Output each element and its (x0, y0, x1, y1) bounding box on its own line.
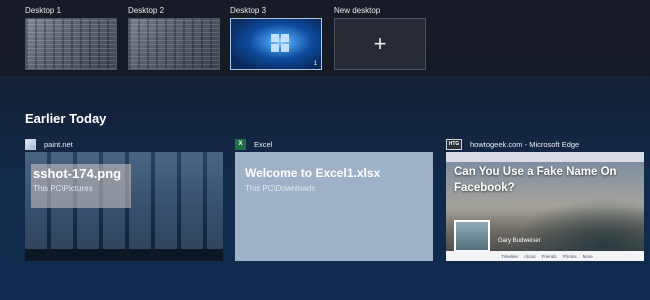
edge-browser-chrome (446, 152, 644, 162)
excel-file-path: This PC\Downloads (245, 184, 316, 193)
edge-profile-avatar (454, 220, 490, 252)
edge-tab-more: More (582, 254, 593, 259)
edge-profile-name: Gary Budweiser (498, 238, 541, 244)
new-desktop-button[interactable]: + (334, 18, 426, 70)
htg-site-icon: HTG (446, 138, 462, 150)
edge-tab-photos: Photos (562, 254, 577, 259)
paintnet-app-icon (25, 138, 36, 150)
desktop-3-badge: 1 (313, 61, 317, 67)
desktop-2-thumbnail[interactable] (128, 18, 220, 70)
paintnet-window-card[interactable]: sshot-174.png This PC\Pictures (25, 152, 223, 261)
virtual-desktops-bar: Desktop 1 Desktop 2 Desktop 3 1 New desk… (0, 0, 650, 76)
excel-header: X Excel (235, 137, 272, 151)
excel-window-card[interactable]: Welcome to Excel1.xlsx This PC\Downloads (235, 152, 433, 261)
desktop-1-thumbnail[interactable] (25, 18, 117, 70)
edge-page-title: Can You Use a Fake Name On Facebook? (454, 166, 617, 194)
edge-app-title: howtogeek.com - Microsoft Edge (470, 139, 580, 149)
desktop-2-label: Desktop 2 (128, 6, 165, 15)
windows-logo-icon (271, 34, 289, 52)
edge-tab-timeline: Timeline (501, 254, 518, 259)
desktop-3-thumbnail[interactable]: 1 (230, 18, 322, 70)
plus-icon: + (373, 31, 387, 56)
new-desktop-label: New desktop (334, 6, 381, 15)
excel-app-icon: X (235, 138, 246, 150)
excel-file-title: Welcome to Excel1.xlsx (245, 166, 381, 180)
edge-tab-friends: Friends (541, 254, 557, 259)
desktop-2-preview (129, 19, 219, 69)
edge-tab-about: About (523, 254, 536, 259)
paintnet-app-title: paint.net (44, 139, 73, 149)
paintnet-file-path: This PC\Pictures (33, 184, 93, 193)
paintnet-preview-taskbar (25, 249, 223, 261)
paintnet-file-title: sshot-174.png (33, 166, 122, 181)
desktop-3-label: Desktop 3 (230, 6, 267, 15)
edge-profile-tabs: Timeline About Friends Photos More (446, 251, 644, 261)
desktop-1-label: Desktop 1 (25, 6, 62, 15)
desktop-1-preview (26, 19, 116, 69)
edge-header: HTG howtogeek.com - Microsoft Edge (446, 137, 579, 151)
excel-app-title: Excel (254, 139, 273, 149)
edge-window-card[interactable]: Gary Budweiser Timeline About Friends Ph… (446, 152, 644, 261)
paintnet-header: paint.net (25, 137, 73, 151)
timeline-section-title: Earlier Today (25, 111, 107, 126)
